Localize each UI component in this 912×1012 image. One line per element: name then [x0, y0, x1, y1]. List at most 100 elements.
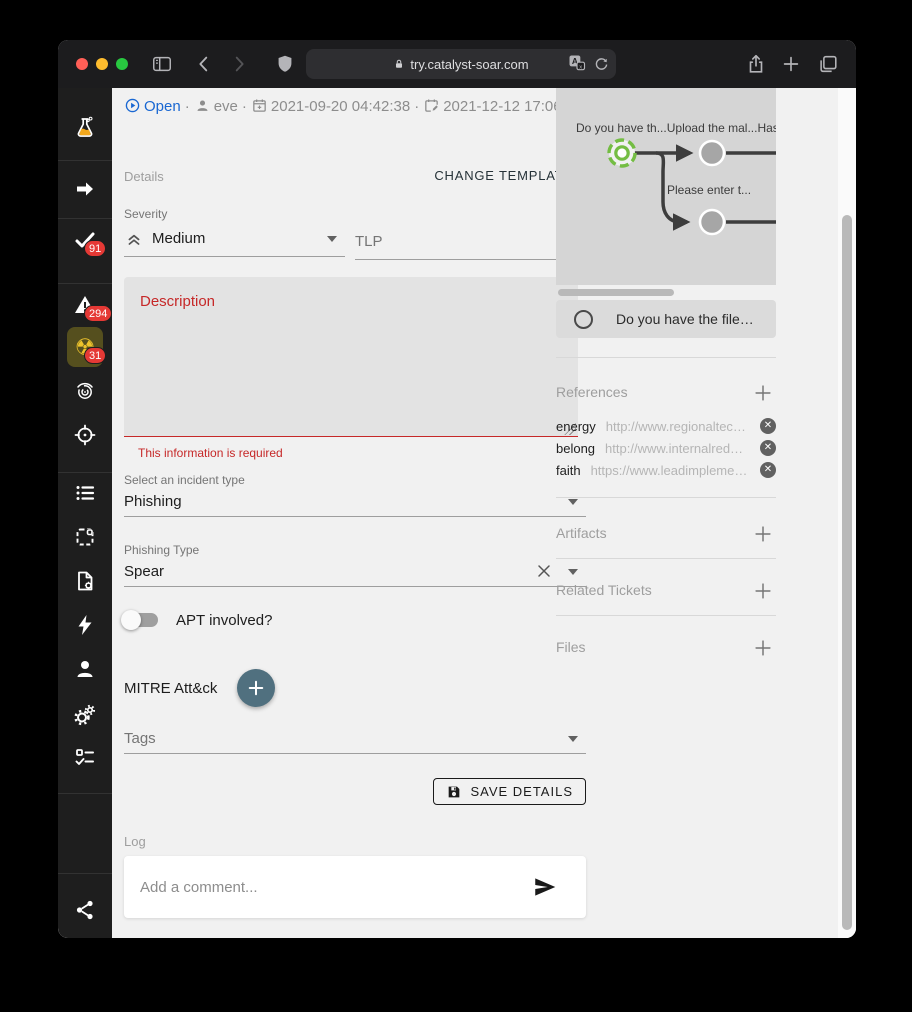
related-tickets-section-header: Related Tickets [556, 582, 776, 602]
sidebar-item-dashboards[interactable] [58, 519, 112, 555]
ticket-created: 2021-09-20 04:42:38 [271, 98, 410, 115]
remove-reference-icon[interactable]: ✕ [760, 462, 776, 478]
task-status-circle-icon[interactable] [574, 310, 593, 329]
comment-input[interactable] [140, 879, 532, 896]
reference-url[interactable]: http://www.internalred… [605, 441, 760, 456]
ticket-detail-panel: Open· eve· 2021-09-20 04:42:38· 2021-12-… [124, 88, 586, 938]
phishing-type-select[interactable]: Spear [124, 557, 586, 587]
back-button-icon[interactable] [193, 53, 215, 75]
task-list-icon [73, 745, 97, 769]
new-tab-icon[interactable] [780, 53, 802, 75]
safari-window: try.catalyst-soar.com A x [58, 40, 856, 938]
sidebar-item-settings[interactable] [58, 697, 112, 733]
severity-medium-icon [124, 229, 144, 249]
description-textarea[interactable] [124, 277, 578, 437]
address-bar[interactable]: try.catalyst-soar.com A x [306, 49, 616, 79]
phishing-type-label: Phishing Type [124, 543, 586, 557]
sidebar-item-tasks[interactable]: 91 [58, 222, 112, 258]
add-artifact-button[interactable] [752, 523, 774, 545]
vertical-scrollbar[interactable] [838, 88, 856, 938]
task-node [700, 141, 724, 165]
status-open-icon [124, 97, 141, 114]
add-mitre-button[interactable] [237, 669, 275, 707]
reference-item: belong http://www.internalred… ✕ [556, 438, 776, 458]
incident-type-select[interactable]: Phishing [124, 487, 586, 517]
ticket-owner: eve [214, 98, 238, 115]
tlp-select[interactable]: TLP [355, 224, 586, 260]
alerts-count-badge: 294 [84, 305, 112, 322]
task-title: Do you have the file… [616, 311, 754, 327]
severity-select[interactable]: Medium [124, 221, 345, 257]
ticket-status[interactable]: Open [144, 98, 181, 115]
reload-icon[interactable] [593, 55, 610, 72]
person-icon [73, 657, 97, 681]
mitre-row: MITRE Att&ck [124, 669, 275, 707]
sidebar-item-lists[interactable] [58, 475, 112, 511]
sidebar-item-forensics[interactable] [58, 373, 112, 409]
svg-text:x: x [579, 64, 582, 70]
plus-icon [246, 678, 266, 698]
add-reference-button[interactable] [752, 382, 774, 404]
sidebar-item-automations[interactable] [58, 607, 112, 643]
reference-item: energy http://www.regionaltec… ✕ [556, 416, 776, 436]
remove-reference-icon[interactable]: ✕ [760, 418, 776, 434]
gears-icon [73, 703, 97, 727]
save-floppy-icon [446, 784, 462, 800]
sidebar-toggle-icon[interactable] [151, 53, 173, 75]
privacy-shield-icon[interactable] [274, 53, 296, 75]
horizontal-scrollbar-thumb[interactable] [558, 289, 674, 296]
change-template-button[interactable]: CHANGE TEMPLATE [434, 168, 573, 183]
modified-calendar-icon [423, 97, 440, 114]
add-related-ticket-button[interactable] [752, 580, 774, 602]
comment-card [124, 856, 586, 918]
reference-url[interactable]: http://www.regionaltec… [606, 419, 760, 434]
owner-icon [194, 97, 211, 114]
sidebar-item-templates[interactable] [58, 563, 112, 599]
chevron-down-icon [327, 236, 337, 242]
dashed-select-icon [73, 525, 97, 549]
sidebar-item-home[interactable] [58, 110, 112, 146]
related-tickets-title: Related Tickets [556, 582, 652, 598]
severity-value: Medium [152, 230, 205, 247]
toggle-knob [121, 610, 141, 630]
reference-name: belong [556, 441, 595, 456]
sidebar-item-users[interactable] [58, 651, 112, 687]
ticket-meta-header: Open· eve· 2021-09-20 04:42:38· 2021-12-… [124, 94, 584, 119]
add-file-button[interactable] [752, 637, 774, 659]
zoom-window-button[interactable] [116, 58, 128, 70]
sidebar-item-share[interactable] [58, 892, 112, 928]
sidebar-item-forward[interactable] [58, 171, 112, 207]
apt-toggle[interactable] [124, 613, 158, 627]
sidebar-item-alerts[interactable]: 294 [58, 287, 112, 323]
reference-item: faith https://www.leadimpleme… ✕ [556, 460, 776, 480]
sidebar-item-hunting[interactable] [58, 417, 112, 453]
forward-button-icon[interactable] [228, 53, 250, 75]
log-section-title: Log [124, 834, 146, 849]
translate-icon[interactable]: A x [567, 53, 587, 73]
references-section-header: References [556, 384, 776, 404]
share-icon[interactable] [745, 53, 767, 75]
close-window-button[interactable] [76, 58, 88, 70]
details-section-title: Details [124, 169, 164, 184]
desktop-background: try.catalyst-soar.com A x [0, 0, 912, 1012]
reference-url[interactable]: https://www.leadimpleme… [591, 463, 760, 478]
files-section-header: Files [556, 639, 776, 659]
sidebar-item-jobs[interactable] [58, 739, 112, 775]
playbook-panel: Do you have th...Upload the mal...Has [556, 88, 776, 938]
created-calendar-icon [251, 97, 268, 114]
clear-selection-icon[interactable] [534, 561, 554, 581]
remove-reference-icon[interactable]: ✕ [760, 440, 776, 456]
send-comment-icon[interactable] [532, 874, 558, 900]
browser-toolbar: try.catalyst-soar.com A x [58, 40, 856, 88]
tags-select[interactable]: Tags [124, 724, 586, 754]
page-content: 91 294 ☢ 31 [58, 88, 856, 938]
sidebar-item-incidents-active[interactable]: ☢ 31 [58, 329, 112, 365]
minimize-window-button[interactable] [96, 58, 108, 70]
vertical-scrollbar-thumb[interactable] [842, 215, 852, 930]
flask-logo-icon [73, 116, 97, 140]
playbook-graph-canvas[interactable]: Do you have th...Upload the mal...Has [556, 88, 776, 285]
apt-toggle-row: APT involved? [124, 605, 272, 635]
list-icon [73, 481, 97, 505]
playbook-task-item[interactable]: Do you have the file… [556, 300, 776, 338]
tab-overview-icon[interactable] [817, 53, 839, 75]
